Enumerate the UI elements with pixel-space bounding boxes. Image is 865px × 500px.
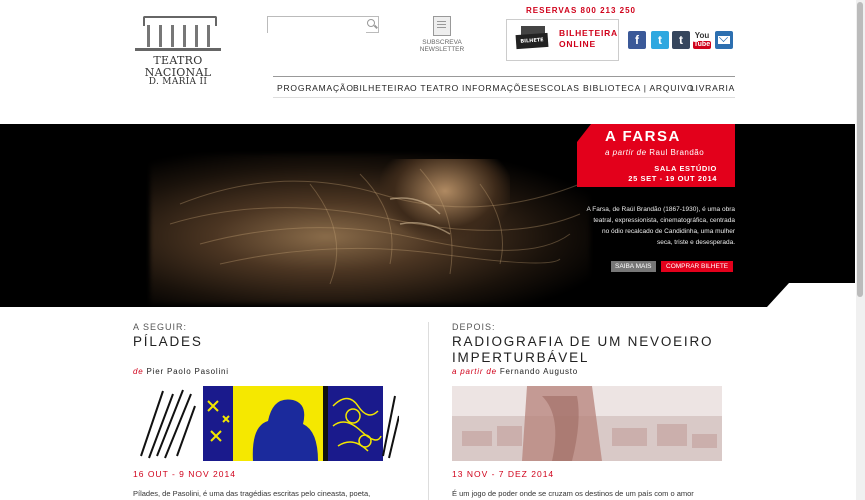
online-ticket-label-2: ONLINE — [559, 39, 596, 49]
email-icon[interactable] — [715, 31, 733, 49]
search-box — [267, 16, 379, 37]
radiografia-image[interactable] — [452, 386, 722, 461]
hero-promo-card[interactable]: A FARSA a partir de Raul Brandão SALA ES… — [577, 124, 735, 187]
facebook-icon[interactable]: f — [628, 31, 646, 49]
scrollbar-thumb[interactable] — [857, 2, 863, 297]
logo-roof-icon — [143, 16, 217, 26]
nav-item-informacoes[interactable]: INFORMAÇÕES — [462, 83, 534, 93]
pilades-image[interactable] — [133, 386, 399, 461]
hero-fabric-texture — [169, 168, 581, 285]
next-description: Pílades, de Pasolini, é uma das tragédia… — [133, 489, 371, 498]
nav-item-bilheteira[interactable]: BILHETEIRA — [353, 83, 411, 93]
hero-venue-dates: SALA ESTÚDIO 25 SET - 19 OUT 2014 — [628, 164, 717, 183]
nav-item-biblioteca-arquivo[interactable]: BIBLIOTECA | ARQUIVO — [583, 83, 694, 93]
tumblr-icon[interactable]: t — [672, 31, 690, 49]
after-label: DEPOIS: — [452, 322, 496, 332]
column-divider — [428, 322, 429, 500]
logo-line-3: D. MARIA II — [148, 77, 208, 87]
theatre-logo[interactable]: TEATRO NACIONAL D. MARIA II — [133, 16, 223, 88]
hero-title: A FARSA — [605, 128, 681, 145]
comprar-bilhete-button[interactable]: COMPRAR BILHETE — [661, 261, 734, 272]
nav-item-escolas[interactable]: ESCOLAS — [534, 83, 580, 93]
twitter-icon[interactable]: t — [651, 31, 669, 49]
search-input[interactable] — [268, 21, 366, 37]
online-ticket-button[interactable]: BILHETE BILHETEIRA ONLINE — [506, 19, 619, 61]
after-title-line-1[interactable]: RADIOGRAFIA DE UM NEVOEIRO — [452, 334, 713, 350]
after-dates: 13 NOV - 7 DEZ 2014 — [452, 469, 555, 479]
next-byline: de Pier Paolo Pasolini — [133, 367, 229, 376]
main-nav: PROGRAMAÇÃO BILHETEIRA O TEATRO INFORMAÇ… — [273, 76, 735, 98]
nav-item-o-teatro[interactable]: O TEATRO — [410, 83, 459, 93]
vertical-scrollbar[interactable] — [856, 0, 865, 500]
ticket-icon: BILHETE — [515, 26, 549, 52]
next-label: A SEGUIR: — [133, 322, 188, 332]
next-title[interactable]: PÍLADES — [133, 334, 203, 350]
after-description: É um jogo de poder onde se cruzam os des… — [452, 489, 694, 498]
newsletter-label-2: NEWSLETTER — [419, 46, 465, 53]
after-title-line-2[interactable]: IMPERTURBÁVEL — [452, 350, 589, 366]
nav-item-livraria[interactable]: LIVRARIA — [690, 83, 735, 93]
next-dates: 16 OUT - 9 NOV 2014 — [133, 469, 236, 479]
youtube-icon[interactable]: You Tube — [693, 31, 711, 50]
after-byline: a partir de Fernando Augusto — [452, 367, 579, 376]
newsletter-link[interactable]: SUBSCREVA NEWSLETTER — [415, 16, 469, 53]
search-icon[interactable] — [367, 19, 375, 27]
newsletter-icon — [433, 16, 451, 36]
hero-description: A Farsa, de Raúl Brandão (1867-1930), é … — [586, 206, 735, 246]
nav-item-programacao[interactable]: PROGRAMAÇÃO — [277, 83, 354, 93]
saiba-mais-button[interactable]: SAIBA MAIS — [611, 261, 656, 272]
reservations-phone: RESERVAS 800 213 250 — [526, 6, 636, 15]
online-ticket-label-1: BILHETEIRA — [559, 28, 618, 38]
hero-byline: a partir de Raul Brandão — [605, 148, 705, 157]
newsletter-label-1: SUBSCREVA — [422, 39, 462, 46]
